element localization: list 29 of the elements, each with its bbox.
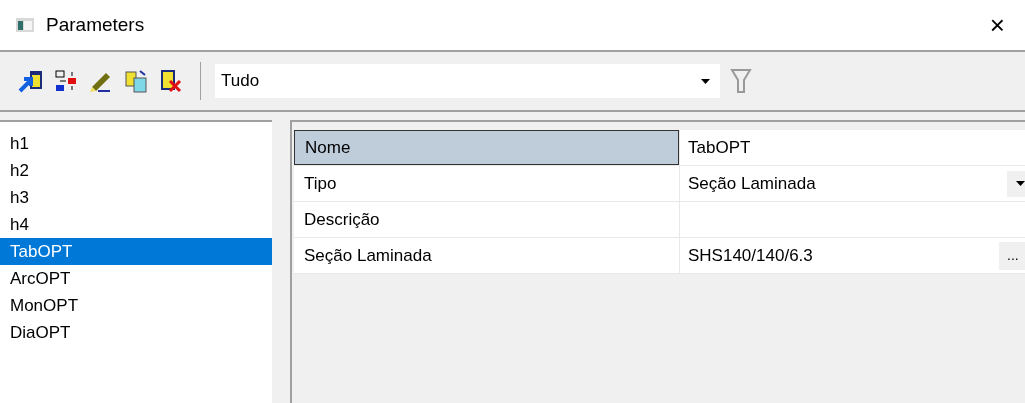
copy-icon[interactable]	[124, 69, 150, 93]
property-name[interactable]: Nome	[294, 130, 679, 165]
dropdown-button[interactable]	[1007, 170, 1025, 197]
window-icon	[16, 18, 34, 32]
property-value[interactable]: SHS140/140/6.3	[688, 242, 999, 269]
list-item[interactable]: TabOPT	[0, 238, 272, 265]
window-title: Parameters	[46, 12, 145, 37]
list-item[interactable]: MonOPT	[0, 292, 272, 319]
property-name[interactable]: Tipo	[294, 166, 679, 201]
browse-button[interactable]: ...	[999, 241, 1025, 270]
list-item[interactable]: h4	[0, 211, 272, 238]
insert-icon[interactable]	[18, 69, 44, 93]
property-name[interactable]: Descrição	[294, 202, 679, 237]
value-cell[interactable]: TabOPT	[679, 130, 1025, 165]
caret-icon	[1016, 181, 1025, 186]
value-cell[interactable]: Seção Laminada	[679, 166, 1025, 201]
property-value[interactable]: Seção Laminada	[688, 170, 1007, 197]
close-button[interactable]: ×	[985, 12, 1009, 38]
property-name[interactable]: Seção Laminada	[294, 238, 679, 273]
list-item[interactable]: h1	[0, 130, 272, 157]
list-item[interactable]: h2	[0, 157, 272, 184]
value-cell[interactable]: SHS140/140/6.3 ...	[679, 238, 1025, 273]
list-item[interactable]: h3	[0, 184, 272, 211]
property-value[interactable]: TabOPT	[688, 134, 1025, 161]
list-item[interactable]: ArcOPT	[0, 265, 272, 292]
caret-icon	[701, 78, 710, 84]
filter-dropdown[interactable]: Tudo	[215, 64, 720, 98]
list-item[interactable]: DiaOPT	[0, 319, 272, 346]
move-icon[interactable]	[54, 69, 78, 93]
